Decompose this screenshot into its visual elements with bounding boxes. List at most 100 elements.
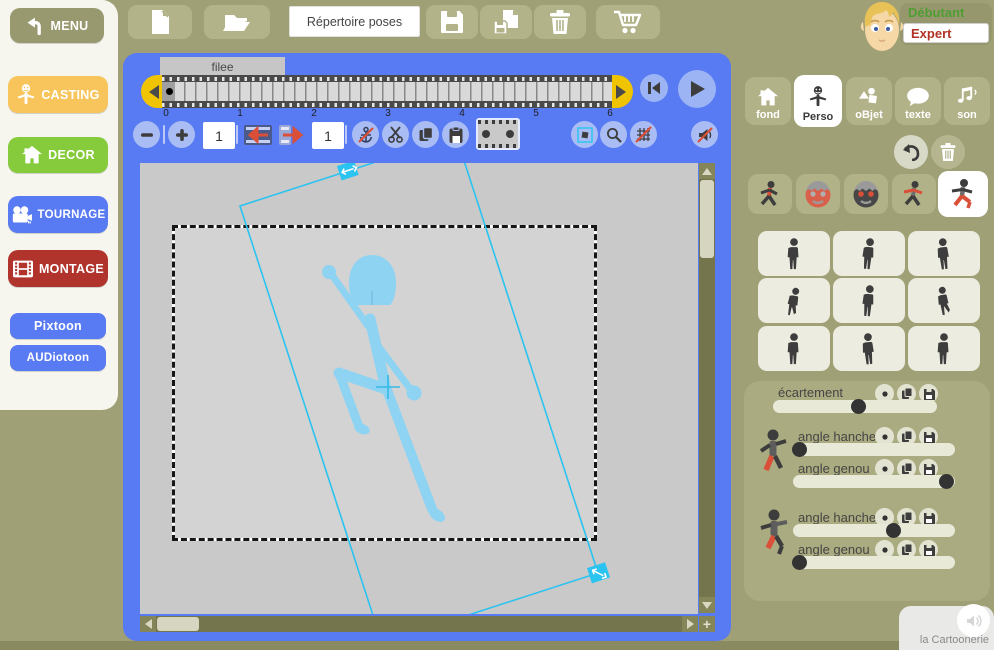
canvas-zoom-plus-button[interactable]: + — [699, 616, 715, 632]
leg1-figure-icon — [759, 429, 787, 472]
save-button[interactable] — [426, 5, 478, 39]
vertical-scroll-thumb[interactable] — [700, 180, 714, 258]
canvas-overlay — [238, 163, 610, 614]
tab-perso-selected[interactable]: Perso — [794, 75, 842, 127]
copy-button[interactable] — [412, 121, 439, 148]
pose-button[interactable] — [833, 231, 905, 276]
shop-button[interactable] — [596, 5, 660, 39]
vertical-scrollbar[interactable] — [699, 163, 715, 613]
pose-button[interactable] — [758, 278, 830, 323]
insert-frame-before-button[interactable] — [242, 123, 274, 147]
filmstrip-sprockets-bottom — [162, 102, 612, 107]
cut-button[interactable] — [382, 121, 409, 148]
level-debutant[interactable]: Débutant — [908, 5, 988, 22]
undo-button[interactable] — [894, 135, 928, 169]
character-variant-face-red[interactable] — [796, 174, 840, 214]
frame-dot — [506, 130, 514, 138]
open-file-button[interactable] — [204, 5, 270, 39]
character-variant-body[interactable] — [748, 174, 792, 214]
pose-button[interactable] — [758, 326, 830, 371]
tab-texte[interactable]: texte — [895, 77, 941, 125]
scarecrow-icon — [809, 86, 827, 107]
tab-objet[interactable]: oBjet — [846, 77, 892, 125]
skip-start-icon — [648, 82, 660, 94]
sidebar-item-decor[interactable]: DECOR — [8, 137, 108, 173]
timeline-filmstrip[interactable] — [162, 75, 612, 108]
animation-canvas[interactable] — [140, 163, 698, 614]
mute-button[interactable] — [691, 121, 718, 148]
timeline-tick: 6 — [607, 108, 613, 119]
character-variant-face-dark[interactable] — [844, 174, 888, 214]
delete-button[interactable] — [534, 5, 586, 39]
pose-button[interactable] — [758, 231, 830, 276]
leg1-genou-slider[interactable] — [793, 474, 955, 489]
save-copy-button[interactable] — [480, 5, 532, 39]
ecartement-knob[interactable] — [850, 399, 866, 414]
zoom-out-frames-button[interactable] — [133, 121, 160, 148]
user-avatar[interactable] — [857, 0, 907, 56]
pose-name-tab[interactable]: filee — [160, 57, 285, 76]
sidebar-item-tournage[interactable]: TOURNAGE — [8, 196, 108, 233]
sidebar-item-label: MONTAGE — [38, 261, 105, 276]
insert-frame-after-button[interactable] — [277, 123, 309, 147]
scarecrow-icon — [17, 83, 35, 104]
delete-element-button[interactable] — [931, 135, 965, 169]
scroll-left-button[interactable] — [140, 616, 156, 632]
playhead-marker[interactable] — [166, 88, 173, 95]
select-tool-button[interactable] — [571, 121, 598, 148]
scroll-right-button[interactable] — [682, 616, 698, 632]
tab-label: texte — [905, 109, 931, 121]
pose-button[interactable] — [908, 326, 980, 371]
leg1-genou-knob[interactable] — [939, 474, 955, 489]
save-icon — [441, 11, 463, 33]
play-button[interactable] — [678, 70, 716, 108]
minus-icon — [140, 132, 153, 137]
sidebar-item-pixtoon[interactable]: Pixtoon — [10, 313, 106, 339]
stick-figure-character[interactable] — [322, 255, 448, 525]
pose-button[interactable] — [833, 278, 905, 323]
open-folder-icon — [223, 15, 250, 31]
zoom-in-frames-button[interactable] — [168, 121, 195, 148]
sidebar-item-menu[interactable]: MENU — [10, 8, 104, 43]
scroll-up-button[interactable] — [699, 163, 715, 179]
leg1-hanche-knob[interactable] — [791, 442, 807, 457]
leg2-genou-knob[interactable] — [791, 555, 807, 570]
house-icon — [22, 145, 43, 164]
resize-handle-corner[interactable] — [586, 562, 610, 584]
leg2-hanche-slider[interactable] — [793, 523, 955, 538]
level-expert-selected[interactable]: Expert — [903, 23, 989, 43]
bottom-band — [0, 641, 994, 650]
scroll-down-button[interactable] — [699, 597, 715, 613]
repertoire-poses-button[interactable]: Répertoire poses — [289, 6, 420, 37]
horizontal-scroll-thumb[interactable] — [157, 617, 199, 631]
character-variant-legs-selected[interactable] — [938, 171, 988, 217]
character-variant-arms[interactable] — [892, 174, 936, 214]
ecartement-slider[interactable] — [773, 399, 937, 414]
sidebar-item-montage[interactable]: MONTAGE — [8, 250, 108, 287]
grid-off-button[interactable] — [630, 121, 657, 148]
save-copy-icon — [493, 9, 518, 35]
sound-toggle[interactable] — [957, 604, 990, 637]
leg1-hanche-slider[interactable] — [791, 442, 955, 457]
resize-handle-top[interactable] — [336, 163, 359, 181]
frame-number-input[interactable] — [312, 122, 344, 149]
timeline-tick: 0 — [163, 108, 169, 119]
frame-count-input[interactable] — [203, 122, 235, 149]
leg2-genou-slider[interactable] — [791, 555, 955, 570]
tab-fond[interactable]: fond — [745, 77, 791, 125]
rewind-button[interactable] — [640, 74, 668, 102]
sidebar: MENU CASTING DECOR TOURNAGE MONTAGE Pixt… — [0, 0, 118, 410]
pose-button[interactable] — [908, 231, 980, 276]
pose-button[interactable] — [908, 278, 980, 323]
new-file-button[interactable] — [128, 5, 192, 39]
anchor-off-button[interactable] — [352, 121, 379, 148]
paste-button[interactable] — [442, 121, 469, 148]
tab-son[interactable]: son — [944, 77, 990, 125]
leg2-hanche-knob[interactable] — [885, 523, 901, 538]
sidebar-item-audiotoon[interactable]: AUDiotoon — [10, 345, 106, 371]
zoom-tool-button[interactable] — [600, 121, 627, 148]
horizontal-scrollbar[interactable] — [140, 616, 698, 632]
pose-button[interactable] — [833, 326, 905, 371]
sidebar-item-casting[interactable]: CASTING — [8, 76, 108, 113]
frame-view-button-selected[interactable] — [476, 118, 520, 150]
